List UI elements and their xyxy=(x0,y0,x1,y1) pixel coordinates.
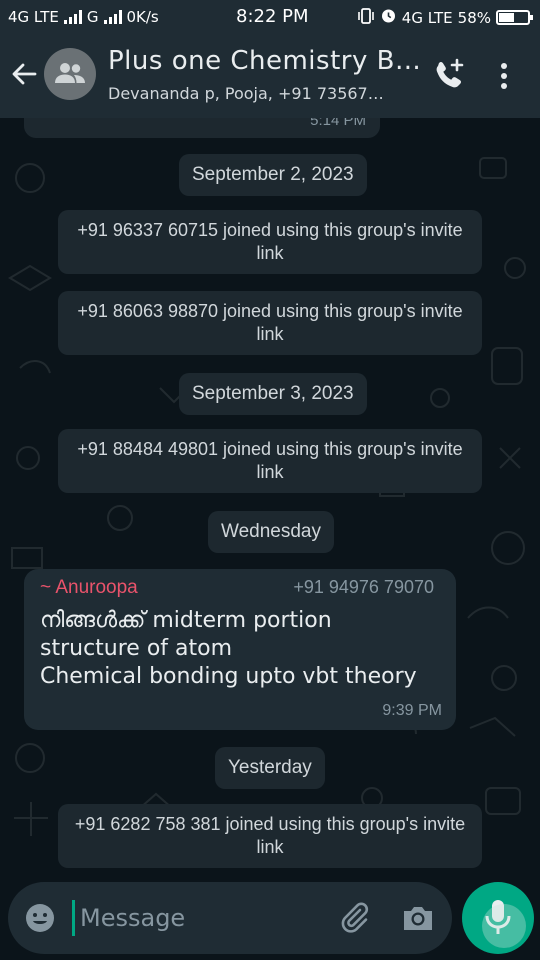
attach-icon[interactable] xyxy=(336,900,372,936)
previous-message-stub[interactable]: 5:14 PM xyxy=(24,118,380,138)
status-left: 4G LTE G 0K/s xyxy=(8,8,159,26)
battery-percent: 58% xyxy=(457,8,491,27)
signal-icon-2 xyxy=(103,10,122,24)
message-time: 9:39 PM xyxy=(382,702,442,719)
camera-icon[interactable] xyxy=(400,902,436,934)
sender-phone: +91 94976 79070 xyxy=(293,577,434,597)
network-speed: 0K/s xyxy=(126,8,159,26)
chat-scroll-area[interactable]: 5:14 PM September 2, 2023 +91 96337 6071… xyxy=(0,118,540,880)
emoji-icon[interactable] xyxy=(24,902,56,934)
date-separator: September 3, 2023 xyxy=(179,373,367,415)
network-label-3: 4G LTE xyxy=(401,8,453,27)
signal-icon xyxy=(63,10,82,24)
system-message: +91 6282 758 381 joined using this group… xyxy=(58,804,482,868)
network-label-2: G xyxy=(86,8,99,26)
incoming-message[interactable]: ~ Anuroopa +91 94976 79070 നിങ്ങൾക്ക് mi… xyxy=(24,569,456,730)
touch-ripple xyxy=(482,904,526,948)
group-avatar[interactable] xyxy=(44,48,96,100)
chat-title[interactable]: Plus one Chemistry B… xyxy=(108,46,418,76)
system-message: +91 88484 49801 joined using this group'… xyxy=(58,429,482,493)
alarm-icon xyxy=(380,7,397,28)
chat-header: Plus one Chemistry B… Devananda p, Pooja… xyxy=(0,34,540,118)
message-input[interactable] xyxy=(80,898,330,938)
date-separator: September 2, 2023 xyxy=(179,154,367,196)
back-arrow-icon[interactable] xyxy=(8,58,40,90)
message-line: Chemical bonding upto vbt theory xyxy=(40,664,417,689)
battery-icon xyxy=(496,10,533,25)
status-right: 4G LTE 58% xyxy=(357,7,533,28)
group-icon xyxy=(55,63,85,83)
text-cursor xyxy=(72,900,75,936)
add-call-icon[interactable] xyxy=(432,58,466,92)
vibrate-icon xyxy=(357,7,375,28)
status-time: 8:22 PM xyxy=(236,6,309,27)
date-separator: Yesterday xyxy=(215,747,325,789)
chat-participants[interactable]: Devananda p, Pooja, +91 73567… xyxy=(108,84,418,103)
message-text: നിങ്ങൾക്ക് midterm portion structure of … xyxy=(40,607,450,691)
status-bar: 4G LTE G 0K/s 8:22 PM 4G LTE 58% xyxy=(0,0,540,34)
system-message: +91 86063 98870 joined using this group'… xyxy=(58,291,482,355)
sender-name[interactable]: ~ Anuroopa xyxy=(40,577,138,599)
message-composer xyxy=(8,882,452,954)
more-options-icon[interactable] xyxy=(494,60,514,92)
message-line: നിങ്ങൾക്ക് midterm portion xyxy=(40,608,332,633)
system-message: +91 96337 60715 joined using this group'… xyxy=(58,210,482,274)
message-time: 5:14 PM xyxy=(310,118,366,129)
date-separator: Wednesday xyxy=(208,511,334,553)
message-line: structure of atom xyxy=(40,636,233,661)
network-label: 4G LTE xyxy=(8,8,59,26)
